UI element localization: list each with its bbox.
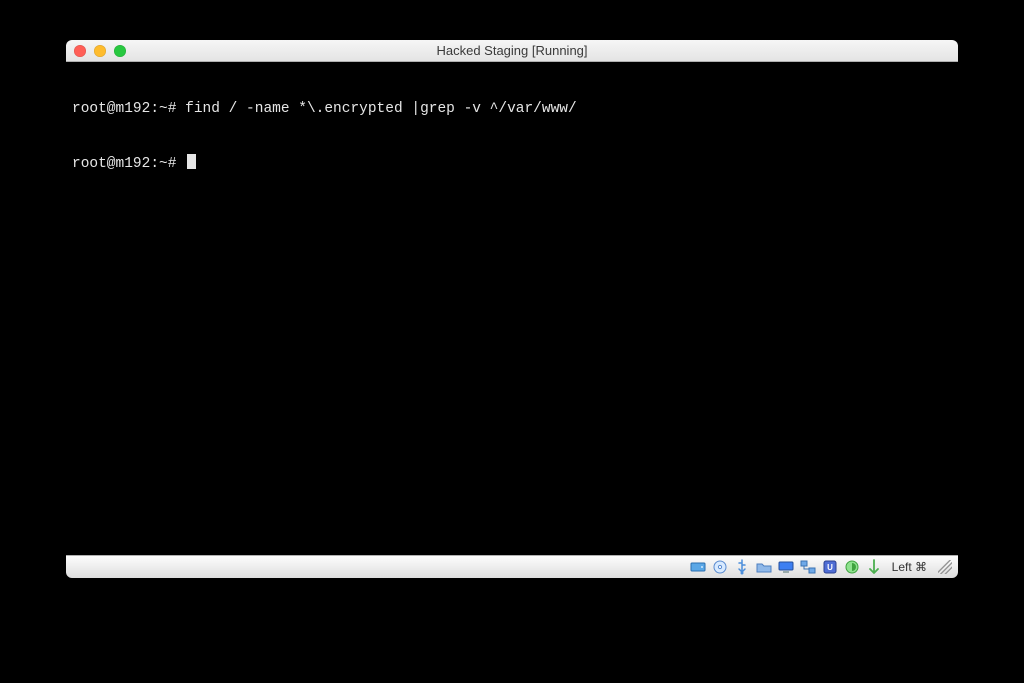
window-title: Hacked Staging [Running] — [66, 43, 958, 58]
traffic-lights — [66, 45, 126, 57]
mouse-integration-icon[interactable] — [866, 559, 883, 576]
recording-icon[interactable]: U — [822, 559, 839, 576]
usb-icon[interactable] — [734, 559, 751, 576]
optical-disc-icon[interactable] — [712, 559, 729, 576]
hard-disk-icon[interactable] — [690, 559, 707, 576]
resize-grip-icon[interactable] — [938, 560, 952, 574]
minimize-button[interactable] — [94, 45, 106, 57]
shell-prompt: root@m192:~# — [72, 101, 176, 117]
terminal-line: root@m192:~# find / -name *\.encrypted |… — [72, 100, 952, 118]
vm-statusbar: U Left ⌘ — [66, 555, 958, 578]
network-icon[interactable] — [800, 559, 817, 576]
shell-command: find / -name *\.encrypted |grep -v ^/var… — [185, 101, 577, 117]
svg-text:U: U — [827, 563, 833, 572]
shared-folder-icon[interactable] — [756, 559, 773, 576]
display-icon[interactable] — [778, 559, 795, 576]
terminal-line: root@m192:~# — [72, 154, 952, 173]
vm-window: Hacked Staging [Running] root@m192:~# fi… — [66, 40, 958, 578]
shell-prompt: root@m192:~# — [72, 156, 176, 172]
cursor-block — [187, 154, 196, 169]
terminal-console[interactable]: root@m192:~# find / -name *\.encrypted |… — [66, 62, 958, 555]
window-titlebar[interactable]: Hacked Staging [Running] — [66, 40, 958, 62]
zoom-button[interactable] — [114, 45, 126, 57]
close-button[interactable] — [74, 45, 86, 57]
host-key-indicator[interactable]: Left ⌘ — [888, 560, 929, 574]
clipboard-icon[interactable] — [844, 559, 861, 576]
